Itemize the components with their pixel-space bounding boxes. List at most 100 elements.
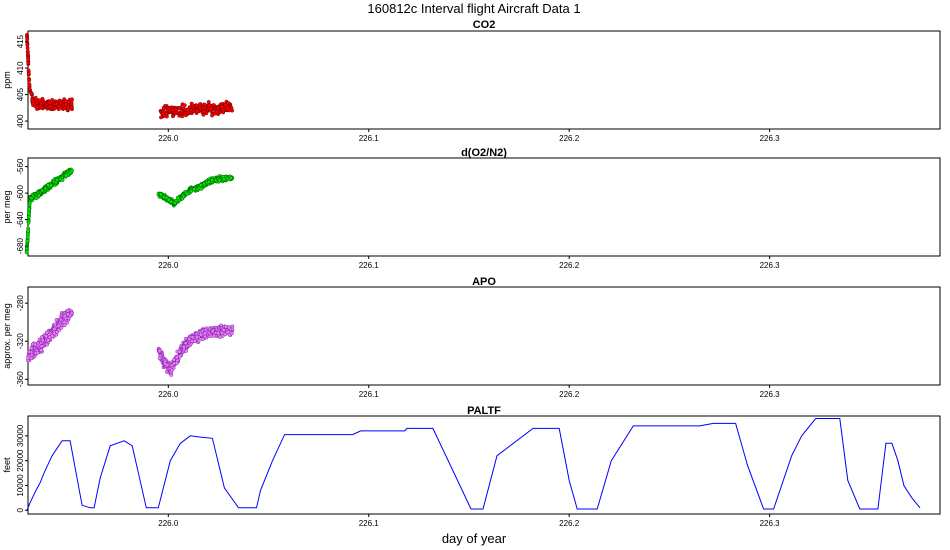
data-point <box>221 110 226 115</box>
data-point <box>198 183 203 187</box>
data-point <box>183 113 188 118</box>
y-axis: 0 10000 20000 30000 <box>16 424 28 513</box>
data-point <box>194 335 199 340</box>
x-axis: 226.0 226.1 226.2 226.3 <box>158 256 780 270</box>
data-point <box>70 168 75 173</box>
x-tick-label: 226.3 <box>760 519 781 528</box>
data-point <box>216 331 221 335</box>
data-point <box>170 108 175 113</box>
y-axis-label: feet <box>2 457 12 473</box>
data-point <box>177 113 182 118</box>
data-point <box>25 239 30 244</box>
y-tick-label: 405 <box>16 87 25 101</box>
data-point <box>55 177 59 182</box>
panel-do2n2: d(O2/N2) per meg 226.0 226.1 226.2 226.3 -6… <box>2 147 941 270</box>
x-axis: 226.0 226.1 226.2 226.3 <box>158 129 780 143</box>
x-axis-label: day of year <box>442 531 507 546</box>
data-marks <box>25 32 235 120</box>
data-point <box>64 173 69 178</box>
data-point <box>52 327 57 331</box>
x-tick-label: 226.3 <box>760 390 781 399</box>
data-point <box>161 109 166 114</box>
y-tick-label: -680 <box>16 238 25 255</box>
data-point <box>223 324 228 329</box>
data-point <box>223 102 228 107</box>
panel-title: APO <box>472 276 496 288</box>
data-point <box>202 331 207 336</box>
data-point <box>44 334 49 339</box>
data-point <box>169 368 174 373</box>
data-point <box>161 105 166 110</box>
data-point <box>183 341 188 346</box>
data-point <box>182 103 187 108</box>
y-tick-label: -320 <box>16 333 25 350</box>
x-tick-label: 226.0 <box>158 134 179 143</box>
y-tick-label: 0 <box>16 508 25 513</box>
data-point <box>229 331 234 336</box>
data-point <box>29 91 34 96</box>
data-point <box>25 43 30 47</box>
data-point <box>159 115 163 120</box>
data-point <box>202 109 207 114</box>
data-point <box>41 99 46 104</box>
data-point <box>157 356 162 361</box>
y-axis-label: ppm <box>2 71 12 89</box>
panel-title: PALTF <box>467 405 501 417</box>
y-tick-label: 415 <box>16 34 25 48</box>
x-tick-label: 226.3 <box>760 261 781 270</box>
data-point <box>172 200 177 205</box>
x-tick-label: 226.2 <box>559 134 580 143</box>
data-point <box>195 109 200 114</box>
data-point <box>36 193 41 198</box>
data-point <box>69 102 74 106</box>
plot-frame <box>27 157 941 257</box>
data-point <box>157 348 162 353</box>
figure-title: 160812c Interval flight Aircraft Data 1 <box>367 1 580 16</box>
data-point <box>27 83 32 87</box>
data-point <box>163 361 167 366</box>
data-point <box>65 105 70 110</box>
data-point <box>197 102 202 107</box>
x-tick-label: 226.2 <box>559 519 580 528</box>
data-point <box>227 325 232 330</box>
data-point <box>57 98 62 103</box>
data-point <box>44 330 49 335</box>
data-point <box>33 95 38 100</box>
panel-title: d(O2/N2) <box>461 147 507 159</box>
data-point <box>25 46 30 50</box>
data-point <box>66 312 71 317</box>
data-point <box>177 106 182 110</box>
data-point <box>25 37 30 42</box>
x-tick-label: 226.2 <box>559 390 580 399</box>
y-axis-label: per meg <box>2 190 12 223</box>
data-point <box>223 332 228 337</box>
data-point <box>206 100 211 104</box>
data-point <box>207 103 212 108</box>
x-tick-label: 226.0 <box>158 390 179 399</box>
y-tick-label: -640 <box>16 211 25 228</box>
data-point <box>26 71 31 76</box>
data-point <box>26 355 31 360</box>
data-point <box>26 220 31 225</box>
data-point <box>57 104 61 109</box>
y-tick-label: -360 <box>16 371 25 388</box>
panel-co2: CO2 ppm 226.0 226.1 226.2 226.3 400 405 410 41… <box>2 19 941 143</box>
data-point <box>64 102 68 107</box>
y-tick-label: 10000 <box>16 474 25 497</box>
plot-frame <box>27 415 941 515</box>
x-tick-label: 226.2 <box>559 261 580 270</box>
data-point <box>29 196 34 201</box>
x-tick-label: 226.1 <box>359 519 380 528</box>
data-point <box>166 197 171 202</box>
data-marks <box>26 418 921 511</box>
data-point <box>214 110 219 115</box>
data-point <box>218 334 223 339</box>
data-point <box>39 344 44 349</box>
data-point <box>24 250 29 255</box>
data-point <box>56 323 61 328</box>
data-point <box>46 183 50 188</box>
y-tick-label: 30000 <box>16 424 25 447</box>
panel-title: CO2 <box>473 19 496 31</box>
data-point <box>26 68 31 73</box>
data-point <box>26 228 30 233</box>
